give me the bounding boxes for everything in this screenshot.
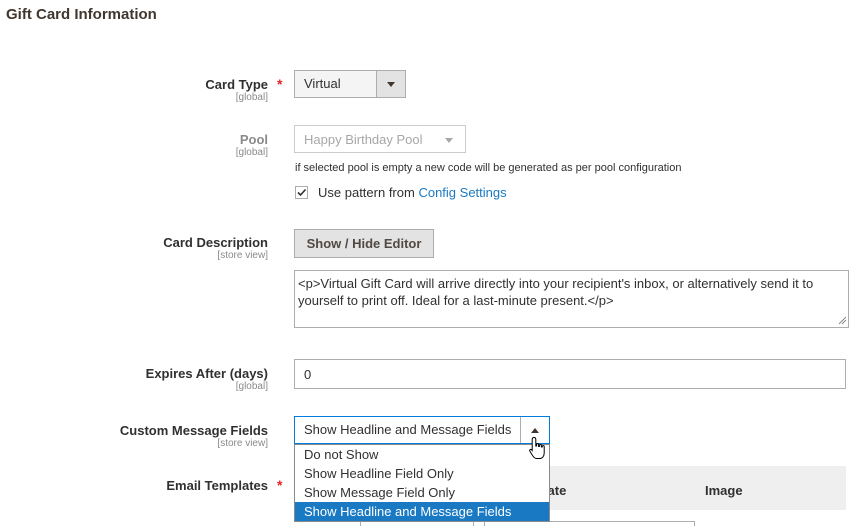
custom-message-value: Show Headline and Message Fields: [304, 422, 512, 437]
chevron-down-icon: [387, 82, 395, 87]
config-settings-link[interactable]: Config Settings: [418, 185, 506, 200]
custom-message-scope: [store view]: [217, 438, 268, 449]
email-templates-label: Email Templates: [166, 478, 268, 493]
option-headline-only[interactable]: Show Headline Field Only: [295, 464, 549, 483]
card-type-dropdown-toggle[interactable]: [376, 71, 405, 97]
section-title: Gift Card Information: [6, 6, 157, 23]
option-message-only[interactable]: Show Message Field Only: [295, 483, 549, 502]
card-type-scope: [global]: [235, 92, 268, 103]
email-templates-required-mark: *: [277, 477, 283, 493]
custom-message-options-list[interactable]: Do not Show Show Headline Field Only Sho…: [294, 444, 550, 522]
expires-input[interactable]: 0: [294, 359, 846, 389]
option-headline-and-message[interactable]: Show Headline and Message Fields: [295, 502, 549, 521]
card-type-value: Virtual: [304, 76, 341, 91]
card-type-label: Card Type: [205, 77, 268, 92]
show-hide-editor-button[interactable]: Show / Hide Editor: [294, 229, 434, 258]
pool-select: Happy Birthday Pool: [294, 125, 466, 153]
expires-scope: [global]: [235, 381, 268, 392]
chevron-down-icon: [445, 138, 453, 143]
card-description-textarea[interactable]: <p>Virtual Gift Card will arrive directl…: [294, 270, 849, 328]
pool-value: Happy Birthday Pool: [304, 132, 423, 147]
checkmark-icon: [297, 188, 307, 197]
pool-label: Pool: [239, 132, 268, 147]
pool-scope: [global]: [235, 147, 268, 158]
pattern-label-text: Use pattern from: [318, 185, 415, 200]
pattern-checkbox[interactable]: [295, 186, 308, 199]
card-type-select[interactable]: Virtual: [294, 70, 406, 98]
custom-message-select[interactable]: Show Headline and Message Fields: [294, 416, 550, 444]
card-type-required-mark: *: [277, 76, 283, 92]
pool-note: if selected pool is empty a new code wil…: [295, 162, 682, 174]
hand-cursor-icon: [529, 436, 545, 459]
custom-message-label: Custom Message Fields: [119, 423, 268, 438]
option-do-not-show[interactable]: Do not Show: [295, 445, 549, 464]
pattern-checkbox-label: Use pattern from Config Settings: [318, 185, 507, 200]
card-description-scope: [store view]: [217, 250, 268, 261]
card-description-label: Card Description: [163, 235, 268, 250]
image-column-header: Image: [705, 483, 743, 498]
expires-label: Expires After (days): [145, 366, 268, 381]
resize-handle-icon[interactable]: [838, 316, 847, 325]
chevron-up-icon: [531, 428, 539, 433]
